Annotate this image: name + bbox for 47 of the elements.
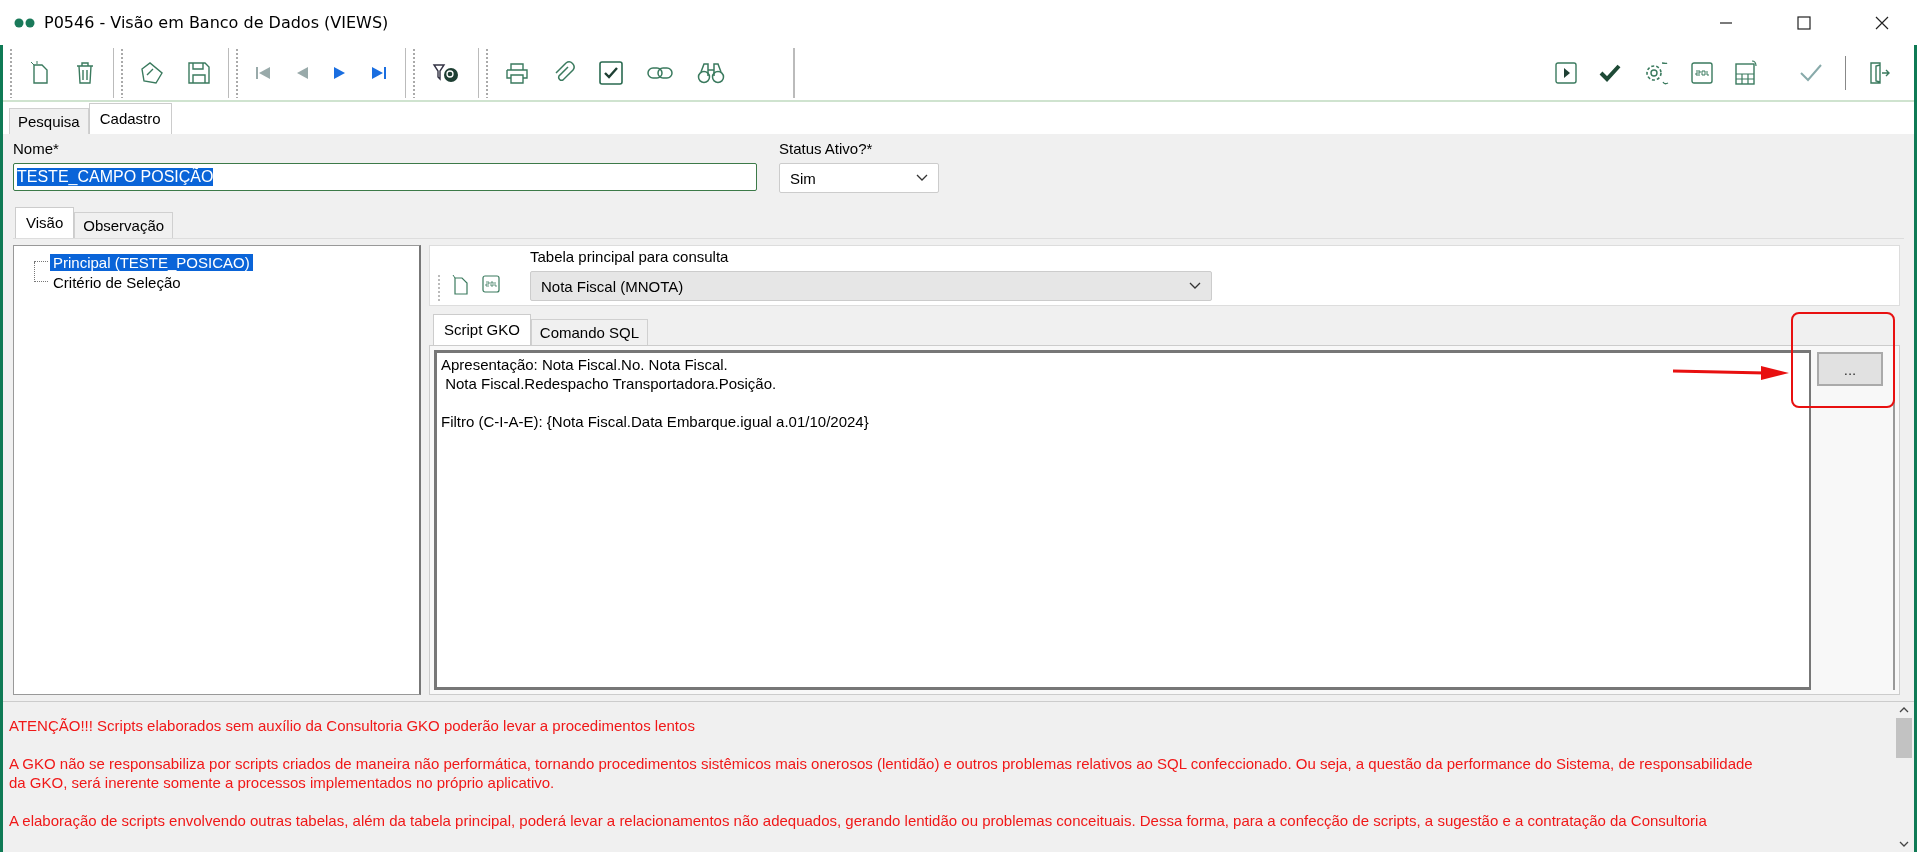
printer-icon[interactable] — [505, 61, 529, 84]
last-record-icon[interactable] — [371, 65, 387, 80]
new-document-icon[interactable] — [29, 60, 51, 85]
tab[interactable]: Observação — [74, 212, 174, 238]
table-dropdown[interactable]: Nota Fiscal (MNOTA) — [530, 271, 1212, 301]
scroll-thumb[interactable] — [1896, 718, 1912, 758]
table-icon[interactable] — [1735, 59, 1759, 86]
tab[interactable]: Visão — [15, 207, 75, 238]
exit-icon[interactable] — [1868, 60, 1890, 85]
script-editor[interactable]: Apresentação: Nota Fiscal.No. Nota Fiscal. Nota Fiscal.Redespacho Transportadora.Posição. Filtro (C-I-A-E): {Nota Fiscal.Data Embarque.igual a.01/10/2024} — [434, 350, 1811, 690]
ellipsis-button[interactable]: ... — [1817, 352, 1883, 386]
sql-icon[interactable] — [1691, 61, 1713, 84]
settings-icon[interactable] — [1643, 59, 1669, 86]
tab[interactable]: Script GKO — [433, 314, 531, 345]
app-icon — [14, 17, 36, 28]
chevron-down-icon — [916, 174, 928, 182]
tab[interactable]: Pesquisa — [9, 108, 89, 134]
close-icon[interactable] — [1875, 15, 1889, 30]
trash-icon[interactable] — [75, 60, 95, 85]
name-field[interactable]: TESTE_CAMPO POSIÇÃO — [13, 163, 757, 191]
chevron-down-icon — [1189, 282, 1201, 290]
tab[interactable]: Cadastro — [88, 103, 172, 134]
next-record-icon[interactable] — [333, 65, 347, 80]
maximize-icon[interactable] — [1797, 15, 1811, 30]
warning-text: A elaboração de scripts envolvendo outras tabelas, além da tabela principal, poderá levar a relacionamentos não adequados, gerando lentidão ou problemas conceituais. Dessa forma, para a confecção de scripts, a sugestão e a contratação da Consultoria — [9, 811, 1708, 830]
play-icon[interactable] — [1555, 61, 1577, 84]
tree-item[interactable]: Principal (TESTE_POSICAO) — [50, 253, 253, 271]
field-label: Status Ativo?* — [779, 140, 874, 157]
binoculars-icon[interactable] — [697, 61, 725, 84]
sql-icon[interactable] — [482, 275, 500, 293]
warning-text: ATENÇÃO!!! Scripts elaborados sem auxílio da Consultoria GKO poderão levar a procedimentos lentos — [9, 716, 696, 735]
window-title: P0546 - Visão em Banco de Dados (VIEWS) — [44, 13, 389, 32]
field-label: Nome* — [13, 140, 60, 157]
tab[interactable]: Comando SQL — [530, 319, 649, 345]
new-document-icon[interactable] — [452, 275, 470, 295]
filter-search-icon[interactable] — [432, 61, 460, 84]
tree-item[interactable]: Critério de Seleção — [50, 273, 184, 291]
status-dropdown[interactable]: Sim — [779, 163, 939, 193]
link-icon[interactable] — [647, 65, 673, 80]
scroll-up-icon[interactable] — [1899, 706, 1909, 714]
checkmark-icon[interactable] — [1599, 63, 1621, 82]
save-icon[interactable] — [188, 61, 210, 84]
checkmark-outline-icon[interactable] — [1799, 62, 1823, 83]
field-label: Tabela principal para consulta — [530, 248, 730, 265]
scroll-down-icon[interactable] — [1899, 840, 1909, 848]
warning-text: A GKO não se responsabiliza por scripts criados de maneira não performática, tornando procedimentos sistêmicos mais onerosos (lentidão) e outros problemas relativos ao SQL confeccionado. Ou seja, a questão da performance do Sistema, de responsabilidade da GKO, será inerente somente a processos implementados no próprio aplicativo. — [9, 754, 1754, 792]
checkbox-icon[interactable] — [599, 60, 623, 85]
